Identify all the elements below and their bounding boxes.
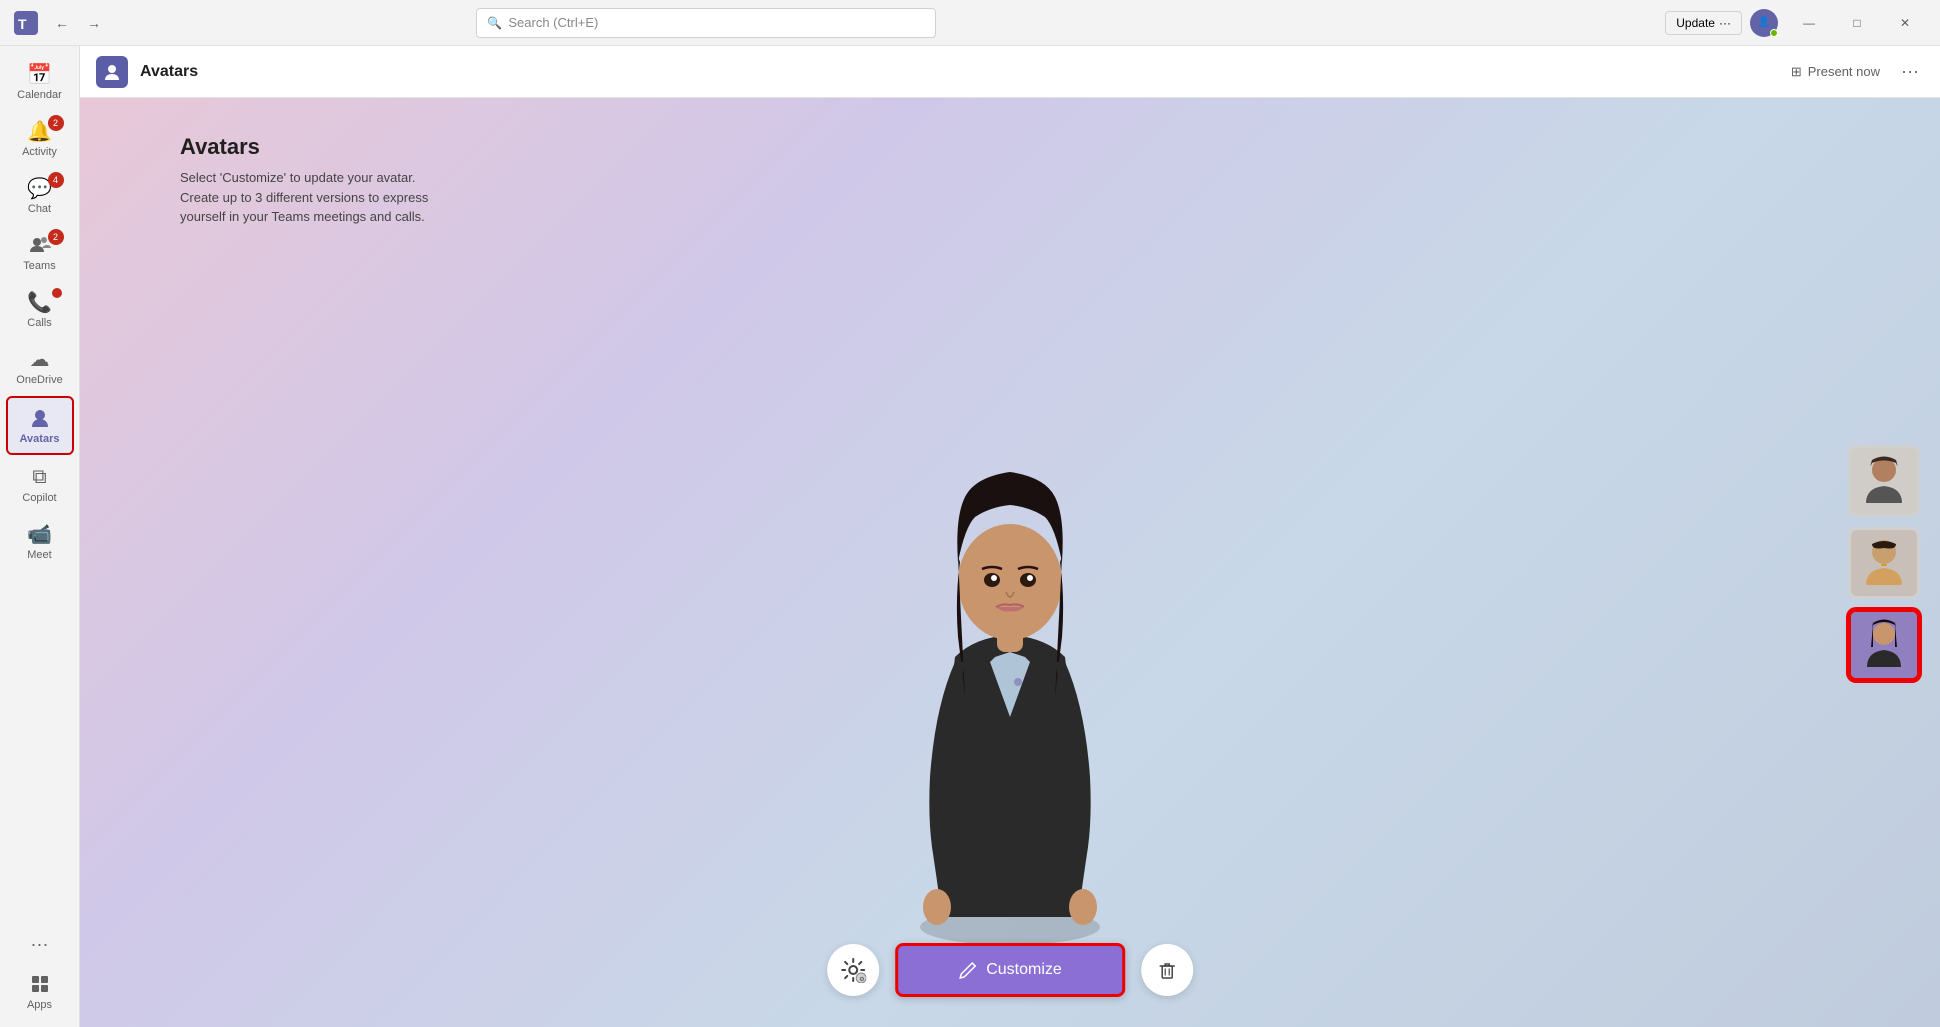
avatars-info: Avatars Select 'Customize' to update you… (180, 134, 428, 227)
sidebar-label-teams: Teams (23, 260, 55, 272)
sidebar-item-onedrive[interactable]: ☁ OneDrive (6, 339, 74, 394)
sidebar-label-calendar: Calendar (17, 89, 62, 101)
close-button[interactable]: ✕ (1882, 7, 1928, 39)
avatars-heading: Avatars (180, 134, 428, 160)
sidebar-item-meet[interactable]: 📹 Meet (6, 514, 74, 569)
header-right: ⊞ Present now ··· (1783, 58, 1924, 86)
avatar-thumb-1[interactable] (1848, 445, 1920, 517)
calls-badge (52, 288, 62, 298)
sidebar-label-avatars: Avatars (20, 433, 60, 445)
pencil-icon (958, 960, 978, 980)
sidebar-item-apps[interactable]: Apps (6, 964, 74, 1019)
chat-badge: 4 (48, 172, 64, 188)
calendar-icon: 📅 (28, 62, 52, 86)
sidebar: 📅 Calendar 2 🔔 Activity 4 💬 Chat 2 (0, 46, 80, 1027)
search-placeholder: Search (Ctrl+E) (508, 15, 598, 30)
app-header: Avatars ⊞ Present now ··· (80, 46, 1940, 98)
user-avatar-button[interactable]: 👤 (1750, 9, 1778, 37)
delete-avatar-button[interactable] (1141, 944, 1193, 996)
sidebar-label-calls: Calls (27, 317, 51, 329)
avatar-thumb-2[interactable] (1848, 527, 1920, 599)
avatar-thumb-3[interactable] (1848, 609, 1920, 681)
teams-badge: 2 (48, 229, 64, 245)
sidebar-item-chat[interactable]: 4 💬 Chat (6, 168, 74, 223)
app-title: Avatars (140, 63, 198, 81)
avatar-figure (850, 367, 1170, 947)
sidebar-item-teams[interactable]: 2 Teams (6, 225, 74, 280)
update-more-icon: ··· (1719, 16, 1731, 30)
sidebar-label-chat: Chat (28, 203, 51, 215)
minimize-button[interactable]: — (1786, 7, 1832, 39)
forward-button[interactable]: → (80, 9, 108, 37)
content-area: Avatars ⊞ Present now ··· Avatars Select… (80, 46, 1940, 1027)
app-icon (96, 56, 128, 88)
avatar-svg (870, 397, 1150, 947)
update-button[interactable]: Update ··· (1665, 11, 1742, 35)
nav-buttons: ← → (48, 9, 108, 37)
maximize-button[interactable]: □ (1834, 7, 1880, 39)
customize-button[interactable]: Customize (895, 943, 1125, 997)
main-layout: 📅 Calendar 2 🔔 Activity 4 💬 Chat 2 (0, 46, 1940, 1027)
search-icon: 🔍 (487, 16, 502, 30)
sidebar-item-calls[interactable]: 📞 Calls (6, 282, 74, 337)
title-bar-right: Update ··· 👤 — □ ✕ (1665, 7, 1928, 39)
avatars-main-content: Avatars Select 'Customize' to update you… (80, 98, 1940, 1027)
sidebar-more-button[interactable]: ··· (6, 926, 74, 962)
present-now-button[interactable]: ⊞ Present now (1783, 60, 1888, 84)
avatar-thumbnails (1848, 445, 1920, 681)
apps-icon (28, 972, 52, 996)
online-status-dot (1770, 29, 1778, 37)
bottom-controls: ⚙ Customize (827, 943, 1193, 997)
svg-text:T: T (18, 16, 27, 32)
sidebar-label-copilot: Copilot (22, 492, 56, 504)
title-bar: T ← → 🔍 Search (Ctrl+E) Update ··· 👤 — □… (0, 0, 1940, 46)
sidebar-label-onedrive: OneDrive (16, 374, 62, 386)
onedrive-icon: ☁ (28, 347, 52, 371)
avatars-icon (28, 406, 52, 430)
search-bar[interactable]: 🔍 Search (Ctrl+E) (476, 8, 936, 38)
teams-logo: T (12, 9, 40, 37)
present-icon: ⊞ (1791, 64, 1802, 80)
sidebar-item-activity[interactable]: 2 🔔 Activity (6, 111, 74, 166)
sidebar-item-copilot[interactable]: ⧉ Copilot (6, 457, 74, 512)
header-more-button[interactable]: ··· (1896, 58, 1924, 86)
avatars-description: Select 'Customize' to update your avatar… (180, 168, 428, 227)
sidebar-item-avatars[interactable]: Avatars (6, 396, 74, 455)
window-controls: — □ ✕ (1786, 7, 1928, 39)
sidebar-item-calendar[interactable]: 📅 Calendar (6, 54, 74, 109)
avatar-settings-button[interactable]: ⚙ (827, 944, 879, 996)
calls-icon: 📞 (28, 290, 52, 314)
copilot-icon: ⧉ (28, 465, 52, 489)
meet-icon: 📹 (28, 522, 52, 546)
sidebar-label-apps: Apps (27, 999, 52, 1011)
trash-icon (1156, 959, 1178, 981)
activity-badge: 2 (48, 115, 64, 131)
sidebar-label-meet: Meet (27, 549, 51, 561)
sidebar-label-activity: Activity (22, 146, 57, 158)
svg-text:⚙: ⚙ (859, 976, 864, 983)
back-button[interactable]: ← (48, 9, 76, 37)
